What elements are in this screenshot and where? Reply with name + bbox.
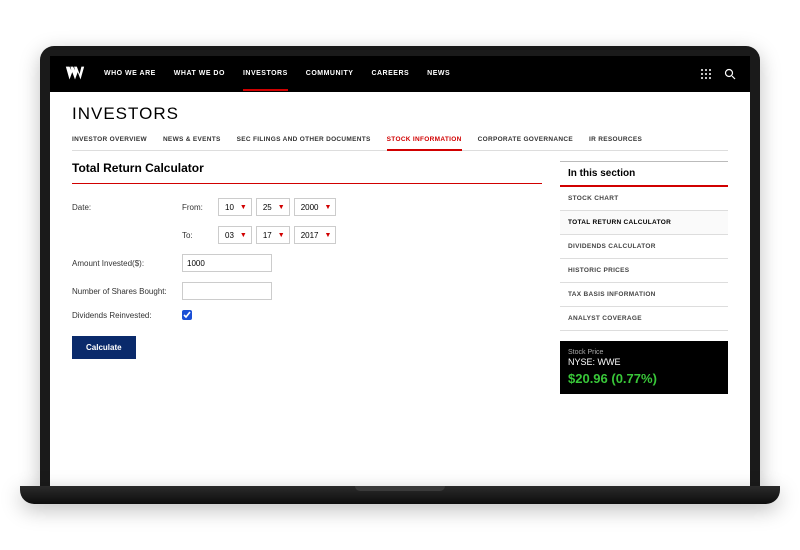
nav-careers[interactable]: CAREERS [371,58,409,91]
side-stock-chart[interactable]: STOCK CHART [560,187,728,211]
nav-investors[interactable]: INVESTORS [243,58,288,91]
shares-bought-input[interactable] [182,282,272,300]
stock-price-box: Stock Price NYSE: WWE $20.96 (0.77%) [560,341,728,394]
wwe-logo-icon [64,63,86,85]
date-label: Date: [72,203,182,212]
stock-symbol: NYSE: WWE [568,357,720,367]
stock-price-value: $20.96 (0.77%) [568,371,720,386]
side-dividends-calculator[interactable]: DIVIDENDS CALCULATOR [560,235,728,259]
caret-down-icon: ▼ [278,204,285,211]
calculate-button[interactable]: Calculate [72,336,136,359]
to-day-select[interactable]: 17 ▼ [256,226,290,244]
from-label: From: [182,203,218,212]
sub-nav: INVESTOR OVERVIEW NEWS & EVENTS SEC FILI… [72,130,728,151]
amount-invested-label: Amount Invested($): [72,259,182,268]
from-day-select[interactable]: 25 ▼ [256,198,290,216]
subnav-news-events[interactable]: NEWS & EVENTS [163,130,221,150]
subnav-sec-filings[interactable]: SEC FILINGS AND OTHER DOCUMENTS [237,130,371,150]
caret-down-icon: ▼ [278,232,285,239]
subnav-investor-overview[interactable]: INVESTOR OVERVIEW [72,130,147,150]
subnav-ir-resources[interactable]: IR RESOURCES [589,130,642,150]
caret-down-icon: ▼ [324,204,331,211]
stock-price-label: Stock Price [568,349,720,356]
dividends-reinvested-label: Dividends Reinvested: [72,311,182,320]
nav-community[interactable]: COMMUNITY [306,58,354,91]
side-total-return-calculator[interactable]: TOTAL RETURN CALCULATOR [560,211,728,235]
from-day-value: 25 [263,203,272,212]
from-month-select[interactable]: 10 ▼ [218,198,252,216]
to-day-value: 17 [263,231,272,240]
shares-bought-label: Number of Shares Bought: [72,287,182,296]
subnav-stock-information[interactable]: STOCK INFORMATION [387,130,462,151]
to-month-select[interactable]: 03 ▼ [218,226,252,244]
amount-invested-input[interactable] [182,254,272,272]
from-year-select[interactable]: 2000 ▼ [294,198,337,216]
top-nav-items: WHO WE ARE WHAT WE DO INVESTORS COMMUNIT… [104,58,700,91]
caret-down-icon: ▼ [240,232,247,239]
to-label: To: [182,231,218,240]
dividends-reinvested-checkbox[interactable] [182,310,192,320]
side-section-heading: In this section [560,161,728,187]
search-icon[interactable] [724,68,736,80]
caret-down-icon: ▼ [240,204,247,211]
top-nav: WHO WE ARE WHAT WE DO INVESTORS COMMUNIT… [50,56,750,92]
side-tax-basis-information[interactable]: TAX BASIS INFORMATION [560,283,728,307]
laptop-base [20,486,780,504]
from-month-value: 10 [225,203,234,212]
page-title: INVESTORS [72,104,728,124]
side-historic-prices[interactable]: HISTORIC PRICES [560,259,728,283]
calculator-title: Total Return Calculator [72,161,542,184]
nav-who-we-are[interactable]: WHO WE ARE [104,58,156,91]
nav-what-we-do[interactable]: WHAT WE DO [174,58,225,91]
side-analyst-coverage[interactable]: ANALYST COVERAGE [560,307,728,331]
caret-down-icon: ▼ [324,232,331,239]
to-year-value: 2017 [301,231,319,240]
apps-grid-icon[interactable] [700,68,712,80]
to-year-select[interactable]: 2017 ▼ [294,226,337,244]
from-year-value: 2000 [301,203,319,212]
to-month-value: 03 [225,231,234,240]
subnav-corporate-governance[interactable]: CORPORATE GOVERNANCE [478,130,573,150]
nav-news[interactable]: NEWS [427,58,450,91]
